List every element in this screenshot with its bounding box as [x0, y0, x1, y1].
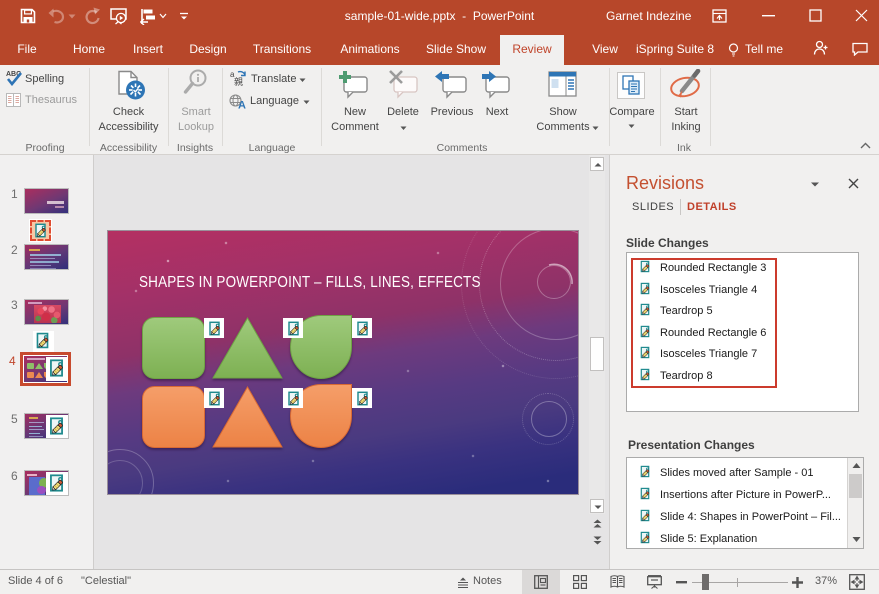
svg-text:A: A [238, 100, 246, 110]
svg-text:親: 親 [234, 76, 243, 86]
